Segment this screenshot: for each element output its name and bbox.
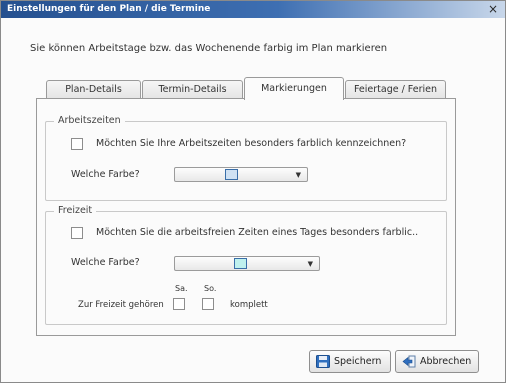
chevron-down-icon: ▼ — [295, 171, 301, 179]
chevron-down-icon: ▼ — [307, 260, 313, 268]
tab-termin-details[interactable]: Termin-Details — [142, 80, 243, 99]
komplett-label: komplett — [230, 300, 268, 310]
title-bar: Einstellungen für den Plan / die Termine — [1, 1, 505, 18]
close-icon[interactable]: × — [487, 1, 499, 18]
group-arbeitszeiten: Arbeitszeiten Möchten Sie Ihre Arbeitsze… — [45, 115, 447, 201]
freizeit-color-label: Welche Farbe? — [71, 257, 140, 268]
arbeitszeiten-color-select[interactable]: ▼ — [174, 167, 308, 182]
freizeit-color-select[interactable]: ▼ — [174, 256, 320, 271]
tab-markierungen[interactable]: Markierungen — [244, 77, 344, 100]
arbeitszeiten-color-swatch — [225, 169, 238, 180]
weekend-label: Zur Freizeit gehören — [78, 300, 164, 310]
tab-panel-markierungen: Arbeitszeiten Möchten Sie Ihre Arbeitsze… — [36, 98, 456, 336]
settings-dialog: Einstellungen für den Plan / die Termine… — [0, 0, 506, 383]
sunday-checkbox[interactable] — [202, 298, 214, 310]
tab-plan-details[interactable]: Plan-Details — [46, 80, 141, 99]
floppy-disk-icon — [316, 355, 330, 368]
arbeitszeiten-checkbox[interactable] — [71, 138, 83, 150]
cancel-button[interactable]: Abbrechen — [395, 350, 479, 373]
arbeitszeiten-checkbox-label: Möchten Sie Ihre Arbeitszeiten besonders… — [96, 138, 407, 149]
arbeitszeiten-color-label: Welche Farbe? — [71, 169, 140, 180]
save-button[interactable]: Speichern — [309, 350, 391, 373]
group-arbeitszeiten-legend: Arbeitszeiten — [54, 115, 125, 126]
window-title: Einstellungen für den Plan / die Termine — [7, 4, 211, 14]
freizeit-checkbox-label: Möchten Sie die arbeitsfreien Zeiten ein… — [96, 227, 419, 238]
cancel-button-label: Abbrechen — [420, 356, 472, 367]
save-button-label: Speichern — [334, 356, 382, 367]
intro-text: Sie können Arbeitstage bzw. das Wochenen… — [30, 43, 388, 54]
day-label-sa: Sa. — [175, 284, 188, 293]
group-freizeit-legend: Freizeit — [54, 205, 97, 216]
group-freizeit: Freizeit Möchten Sie die arbeitsfreien Z… — [45, 205, 447, 325]
cancel-arrow-icon — [402, 355, 416, 368]
tab-feiertage-ferien[interactable]: Feiertage / Ferien — [345, 80, 446, 99]
freizeit-checkbox[interactable] — [71, 227, 83, 239]
day-label-so: So. — [204, 284, 217, 293]
freizeit-color-swatch — [234, 258, 247, 269]
saturday-checkbox[interactable] — [173, 298, 185, 310]
